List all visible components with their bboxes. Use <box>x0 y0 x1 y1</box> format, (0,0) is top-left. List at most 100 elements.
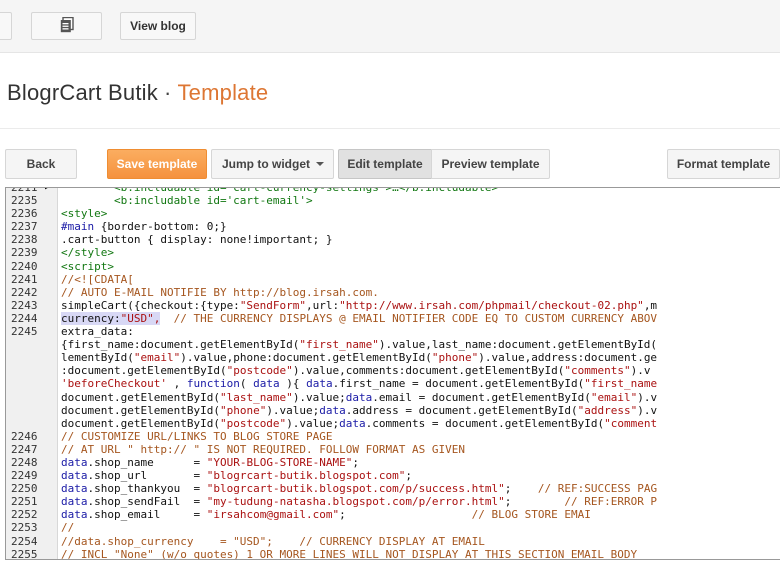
code-token: currency: <box>61 311 121 325</box>
code-line[interactable]: 2245 extra_data: <box>6 325 780 338</box>
code-token: "SendForm" <box>239 298 307 312</box>
code-line[interactable]: 2246 // CUSTOMIZE URL/LINKS TO BLOG STORE… <box>6 430 780 443</box>
preview-template-button[interactable]: Preview template <box>431 149 550 179</box>
code-token: ).v <box>637 390 658 404</box>
line-number: 2251 <box>11 495 38 509</box>
code-token: "USD", <box>120 311 161 325</box>
code-text: // AUTO E-MAIL NOTIFIE BY http://blog.ir… <box>52 286 379 299</box>
line-number <box>6 338 52 351</box>
code-token: document.getElementById( <box>61 403 220 417</box>
code-line[interactable]: 2254 //data.shop_currency = "USD"; // CUR… <box>6 535 780 548</box>
line-number <box>6 404 52 417</box>
back-button[interactable]: Back <box>5 149 77 179</box>
fold-marker-icon[interactable]: ▶ <box>45 188 50 194</box>
view-blog-button[interactable]: View blog <box>120 12 196 40</box>
code-token: "postcode" <box>219 416 287 430</box>
code-token: ; <box>405 469 413 483</box>
code-line[interactable]: 2241 //<![CDATA[ <box>6 273 780 286</box>
code-line[interactable]: 2243 simpleCart({checkout:{type:"SendForm… <box>6 299 780 312</box>
code-line[interactable]: 2252 data.shop_email = "irsahcom@gmail.co… <box>6 508 780 521</box>
code-line[interactable]: 2250 data.shop_thankyou = "blogrcart-buti… <box>6 482 780 495</box>
code-token: ,m <box>643 298 658 312</box>
code-token: ; <box>504 482 538 496</box>
code-line[interactable]: 2211 ▶ <b:includable id='cart-currency-se… <box>6 187 780 194</box>
code-text: data.shop_thankyou = "blogrcart-butik.bl… <box>52 482 657 495</box>
bottom-strip <box>0 560 780 583</box>
code-line[interactable]: {first_name:document.getElementById("fir… <box>6 338 780 351</box>
code-token: ; <box>339 508 472 522</box>
code-token: .email = document.getElementById( <box>372 390 591 404</box>
code-token: //data.shop_currency = "USD"; // CURRENC… <box>61 534 485 548</box>
code-line[interactable]: 2238 .cart-button { display: none!importa… <box>6 233 780 246</box>
code-token: "phone" <box>431 351 479 365</box>
format-template-button[interactable]: Format template <box>667 149 780 179</box>
code-line[interactable]: document.getElementById("postcode").valu… <box>6 417 780 430</box>
code-line[interactable]: 2255 // INCL "None" (w/o quotes) 1 OR MOR… <box>6 547 780 560</box>
pages-button[interactable] <box>31 12 102 40</box>
edit-template-button[interactable]: Edit template <box>338 149 432 179</box>
line-number: 2254 <box>11 534 38 548</box>
code-token: "first_name <box>584 377 658 391</box>
code-token: "last_name" <box>219 390 293 404</box>
code-line[interactable]: 2236 <style> <box>6 207 780 220</box>
code-token: // AUTO E-MAIL NOTIFIE BY http://blog.ir… <box>61 285 379 299</box>
code-line[interactable]: 2253 // <box>6 521 780 534</box>
code-token: .address = document.getElementById( <box>345 403 578 417</box>
line-number: 2252 <box>11 508 38 522</box>
code-line[interactable]: :document.getElementById("postcode").val… <box>6 364 780 377</box>
code-line[interactable]: 'beforeCheckout' , function( data ){ dat… <box>6 377 780 390</box>
code-token: simpleCart({checkout:{type: <box>61 298 240 312</box>
code-token: document.getElementById( <box>61 390 220 404</box>
code-line[interactable]: 2247 // AT URL " http:// " IS NOT REQUIRE… <box>6 443 780 456</box>
code-token: ).value; <box>266 403 320 417</box>
code-token: <style> <box>61 207 108 221</box>
code-line[interactable]: 2235 <b:includable id='cart-email'> <box>6 194 780 207</box>
code-token: {border-bottom: 0;} <box>100 220 227 234</box>
jump-to-widget-dropdown[interactable]: Jump to widget <box>211 149 334 179</box>
line-number: 2246 <box>11 429 38 443</box>
line-number: 2211 ▶ <box>6 188 52 194</box>
code-text: data.shop_email = "irsahcom@gmail.com"; … <box>52 508 591 521</box>
code-token: // AT URL " http:// " IS NOT REQUIRED. F… <box>61 442 465 456</box>
code-token: "address" <box>577 403 638 417</box>
code-line[interactable]: 2240 <script> <box>6 260 780 273</box>
code-line[interactable]: document.getElementById("phone").value;d… <box>6 404 780 417</box>
code-token: data <box>339 416 366 430</box>
code-text: extra_data: <box>52 325 134 338</box>
code-line[interactable]: 2244 currency:"USD", // THE CURRENCY DISP… <box>6 311 780 325</box>
code-token: ).v <box>637 403 658 417</box>
code-token: "comments" <box>564 364 631 378</box>
code-line[interactable]: document.getElementById("last_name").val… <box>6 391 780 404</box>
code-token: .comments = document.getElementById( <box>365 416 605 430</box>
code-text: <script> <box>52 260 114 273</box>
line-number: 2247 <box>11 442 38 456</box>
code-token: data <box>61 482 88 496</box>
code-token: <b:includable id='cart-currency-settings… <box>61 187 499 194</box>
code-token: extra_data: <box>61 325 134 339</box>
code-line[interactable]: 2248 data.shop_name = "YOUR-BLOG-STORE-NA… <box>6 456 780 469</box>
code-token: document.getElementById( <box>61 416 220 430</box>
code-line[interactable]: 2242 // AUTO E-MAIL NOTIFIE BY http://blo… <box>6 286 780 299</box>
code-text: currency:"USD", // THE CURRENCY DISPLAYS… <box>52 311 657 325</box>
code-token: "first_name" <box>299 338 379 352</box>
code-line[interactable]: lementById("email").value,phone:document… <box>6 351 780 364</box>
code-token: 'beforeCheckout' <box>61 377 167 391</box>
left-partial-button[interactable] <box>0 12 12 40</box>
section-name: Template <box>177 80 269 105</box>
code-token: ).value,last_name:document.getElementByI… <box>378 338 658 352</box>
code-token: data <box>61 508 88 522</box>
code-line[interactable]: 2237 #main {border-bottom: 0;} <box>6 220 780 233</box>
code-token: "blogrcart-butik.blogspot.com/p/success.… <box>206 482 505 496</box>
line-number: 2255 <box>11 547 38 560</box>
save-template-button[interactable]: Save template <box>107 149 207 179</box>
code-line[interactable]: 2239 </style> <box>6 246 780 259</box>
code-token: //<![CDATA[ <box>61 272 134 286</box>
code-token: .shop_email = <box>87 508 207 522</box>
code-text: simpleCart({checkout:{type:"SendForm",ur… <box>52 299 657 312</box>
code-editor[interactable]: 2211 ▶ <b:includable id='cart-currency-se… <box>5 187 780 560</box>
code-line[interactable]: 2249 data.shop_url = "blogrcart-butik.blo… <box>6 469 780 482</box>
code-line[interactable]: 2251 data.shop_sendFail = "my-tudung-nata… <box>6 495 780 508</box>
code-text: data.shop_url = "blogrcart-butik.blogspo… <box>52 469 412 482</box>
line-number: 2248 <box>11 455 38 469</box>
